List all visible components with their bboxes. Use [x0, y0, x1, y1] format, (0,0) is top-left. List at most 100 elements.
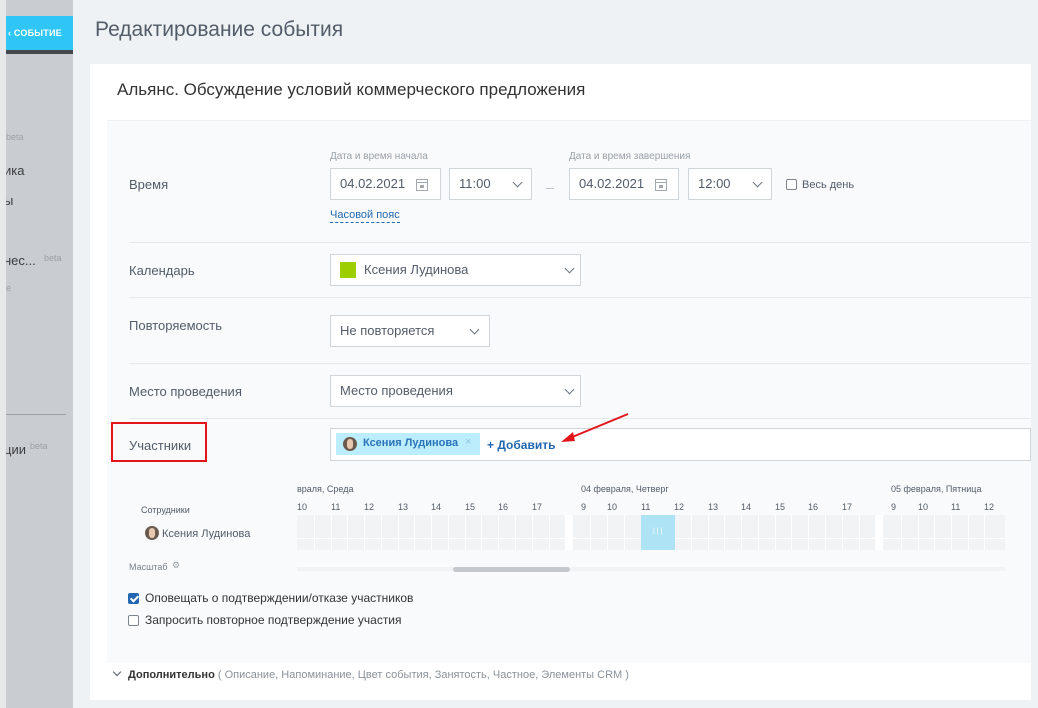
grid-line	[691, 515, 692, 550]
calendar-icon[interactable]	[655, 179, 667, 191]
end-date-value: 04.02.2021	[579, 176, 645, 191]
range-dash	[546, 188, 554, 189]
end-date-field[interactable]: 04.02.2021	[569, 168, 679, 200]
grid-line	[549, 515, 550, 550]
grid-line	[364, 515, 365, 550]
attendee-tag[interactable]: Ксения Лудинова ×	[336, 433, 480, 455]
calendar-select[interactable]: Ксения Лудинова	[330, 254, 581, 286]
selection-drag-handle[interactable]: | | |	[653, 528, 662, 535]
grid-line	[465, 515, 466, 550]
grid-line	[968, 515, 969, 550]
grid-line	[842, 515, 843, 550]
grid-line	[859, 515, 860, 550]
start-time-value: 11:00	[459, 176, 491, 191]
grid-line	[825, 515, 826, 550]
planner-scrollbar-thumb[interactable]	[453, 567, 570, 572]
grid-line	[775, 515, 776, 550]
gear-icon[interactable]: ⚙	[172, 560, 180, 571]
sidebar-item-text[interactable]: нес...	[6, 253, 36, 268]
tab-shadow	[6, 50, 73, 54]
grid-line	[498, 515, 499, 550]
notify-label[interactable]: Оповещать о подтверждении/отказе участни…	[145, 591, 413, 605]
grid-line	[901, 515, 902, 550]
sidebar-beta-badge: beta	[6, 132, 24, 142]
sidebar-beta-badge: e	[6, 283, 12, 293]
day-separator	[875, 515, 883, 550]
calendar-label: Календарь	[129, 263, 195, 278]
additional-section-toggle[interactable]: Дополнительно ( Описание, Напоминание, Ц…	[128, 669, 629, 681]
repeat-select[interactable]: Не повторяется	[330, 315, 490, 347]
repeat-value: Не повторяется	[340, 323, 435, 338]
hour-label: 10	[607, 502, 618, 512]
calendar-icon[interactable]	[416, 179, 428, 191]
grid-line	[414, 515, 415, 550]
reconfirm-label[interactable]: Запросить повторное подтверждение участи…	[145, 613, 402, 627]
end-datetime-label: Дата и время завершения	[569, 151, 691, 162]
hour-label: 17	[842, 502, 853, 512]
event-name-input[interactable]: Альянс. Обсуждение условий коммерческого…	[117, 80, 585, 100]
chevron-down-icon	[469, 324, 480, 335]
sidebar-beta-badge: beta	[30, 441, 48, 451]
hour-label: 10	[297, 502, 308, 512]
hour-label: 12	[984, 502, 995, 512]
grid-line	[590, 515, 591, 550]
chevron-down-icon	[564, 263, 575, 274]
add-attendee-link[interactable]: + Добавить	[487, 438, 555, 452]
chevron-down-icon	[512, 177, 523, 188]
day-separator	[565, 515, 573, 550]
grid-line	[984, 515, 985, 550]
planner-scrollbar-track[interactable]	[297, 567, 1005, 571]
start-time-select[interactable]: 11:00	[449, 168, 532, 200]
row-separator	[129, 242, 1031, 243]
timezone-link[interactable]: Часовой пояс	[330, 208, 400, 223]
hour-label: 17	[532, 502, 543, 512]
planner-day-label: 05 февраля, Пятница	[891, 484, 982, 494]
additional-label[interactable]: Дополнительно	[128, 669, 215, 681]
grid-line	[515, 515, 516, 550]
highlight-box	[111, 422, 207, 462]
calendar-value: Ксения Лудинова	[364, 262, 469, 277]
hour-label: 13	[708, 502, 719, 512]
hour-label: 12	[364, 502, 375, 512]
repeat-label: Повторяемость	[129, 318, 222, 333]
grid-line	[624, 515, 625, 550]
chevron-down-icon	[564, 384, 575, 395]
all-day-checkbox[interactable]	[786, 179, 797, 190]
selected-time-block[interactable]: | | |	[641, 515, 675, 550]
grid-line	[398, 515, 399, 550]
hour-label: 9	[581, 502, 587, 512]
grid-line	[951, 515, 952, 550]
start-date-field[interactable]: 04.02.2021	[330, 168, 441, 200]
sidebar-beta-badge: beta	[44, 253, 62, 263]
hour-label: 13	[398, 502, 409, 512]
hour-label: 11	[951, 502, 961, 512]
sidebar-item-text[interactable]: ции	[6, 442, 26, 457]
notify-checkbox[interactable]	[128, 593, 139, 604]
location-input[interactable]: Место проведения	[330, 375, 581, 407]
red-arrow-icon	[561, 413, 629, 442]
hour-label: 10	[918, 502, 929, 512]
grid-line	[381, 515, 382, 550]
grid-line	[918, 515, 919, 550]
remove-attendee-icon[interactable]: ×	[465, 436, 471, 448]
left-sidebar-panel: ‹ СОБЫТИЕ beta ика ы нес... beta e ции b…	[0, 0, 73, 708]
grid-line	[481, 515, 482, 550]
page-title: Редактирование события	[95, 18, 344, 41]
start-date-value: 04.02.2021	[340, 176, 406, 191]
calendar-color-swatch	[340, 262, 356, 278]
reconfirm-checkbox[interactable]	[128, 615, 139, 626]
scale-label: Масштаб	[129, 562, 168, 572]
event-tab-button[interactable]: ‹ СОБЫТИЕ	[6, 16, 73, 50]
sidebar-item-text[interactable]: ика	[6, 163, 24, 178]
grid-line	[331, 515, 332, 550]
grid-line	[431, 515, 432, 550]
employee-name[interactable]: Ксения Лудинова	[162, 528, 250, 540]
hour-label: 14	[431, 502, 442, 512]
hour-label: 9	[891, 502, 897, 512]
end-time-select[interactable]: 12:00	[688, 168, 772, 200]
all-day-label[interactable]: Весь день	[802, 179, 854, 191]
avatar	[343, 437, 357, 451]
sidebar-item-text[interactable]: ы	[6, 193, 13, 208]
grid-line	[741, 515, 742, 550]
location-placeholder: Место проведения	[340, 383, 453, 398]
